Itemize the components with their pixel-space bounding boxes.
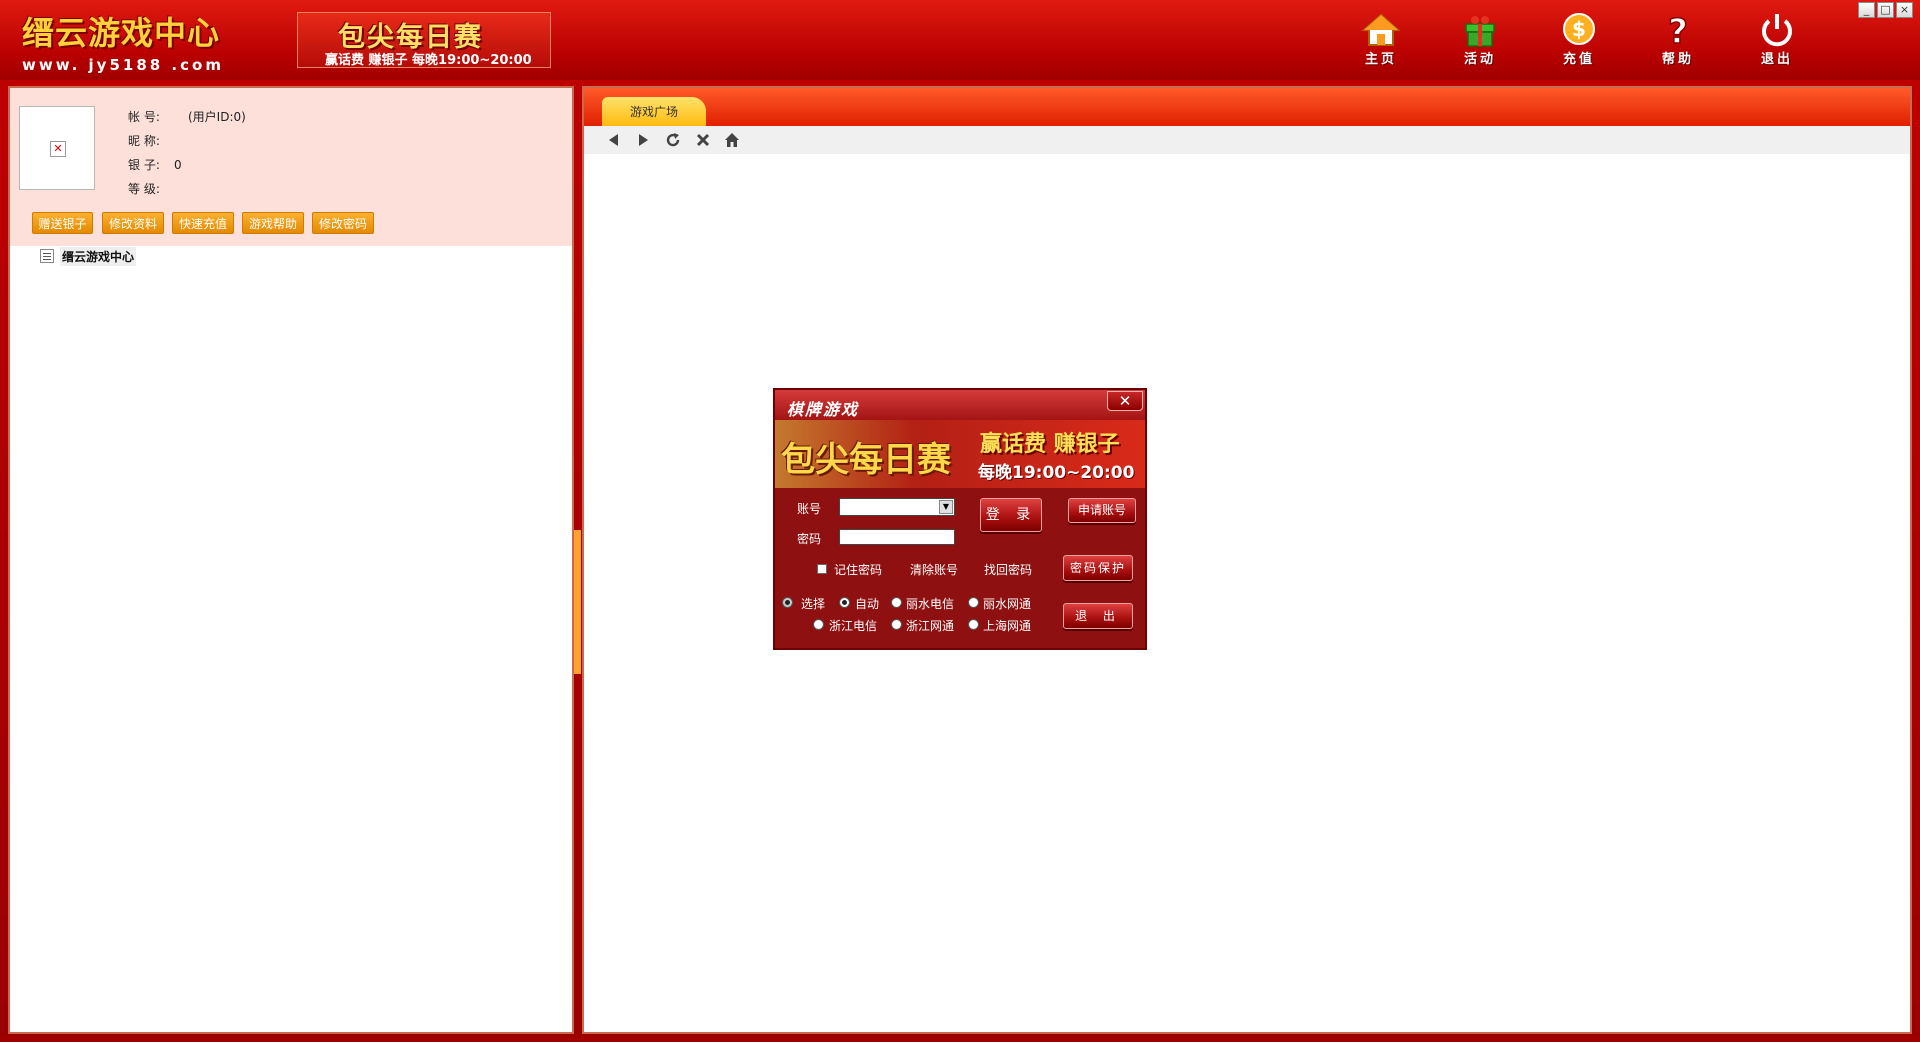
game-tree-root-label: 缙云游戏中心 [60, 247, 137, 266]
power-icon [1762, 14, 1792, 47]
left-panel: ✕ 帐 号: (用户ID:0) 昵 称: 银 子: 0 等 级: 赠送银子 修改资料… [8, 86, 574, 1034]
app-window: 缙云游戏中心 www. jy5188 .com 包尖每日赛 赢话费 赚银子 每晚… [0, 0, 1920, 1042]
header-banner[interactable]: 包尖每日赛 赢话费 赚银子 每晚19:00~20:00 [297, 12, 551, 68]
remember-password-checkbox[interactable] [817, 564, 827, 574]
logo: 缙云游戏中心 www. jy5188 .com [22, 8, 262, 74]
nav-activity-button[interactable]: 活动 [1445, 12, 1515, 68]
exit-button[interactable]: 退 出 [1063, 603, 1133, 629]
avatar[interactable]: ✕ [19, 106, 95, 190]
change-password-button[interactable]: 修改密码 [312, 212, 374, 234]
server-label-auto: 自动 [855, 597, 880, 611]
server-radio-zhejiang-unicom[interactable] [891, 619, 902, 630]
level-line: 等 级: [128, 180, 188, 197]
quick-recharge-button[interactable]: 快速充值 [172, 212, 234, 234]
nav-activity-label: 活动 [1463, 52, 1496, 67]
dialog-banner: 包尖每日赛 赢话费 赚银子 每晚19:00~20:00 [775, 420, 1145, 488]
login-button[interactable]: 登 录 [980, 498, 1042, 532]
account-field-label: 账号 [797, 502, 822, 516]
silver-line: 银 子: 0 [128, 156, 182, 173]
forward-icon[interactable] [635, 132, 651, 148]
gift-icon [1465, 16, 1495, 47]
register-button[interactable]: 申请账号 [1068, 498, 1136, 523]
tab-bar: 游戏广场 [584, 88, 1910, 126]
server-radio-shanghai-unicom[interactable] [968, 619, 979, 630]
silver-label: 银 子: [128, 158, 160, 172]
broken-image-icon: ✕ [50, 141, 66, 157]
edit-profile-button[interactable]: 修改资料 [102, 212, 164, 234]
server-label-zhejiang-unicom: 浙江网通 [906, 619, 955, 633]
server-radio-lishui-unicom[interactable] [968, 597, 979, 608]
bottom-strip [0, 1036, 1920, 1042]
chevron-down-icon[interactable]: ▼ [939, 500, 953, 514]
stop-icon[interactable] [695, 132, 711, 148]
server-label-zhejiang-telecom: 浙江电信 [829, 619, 878, 633]
recover-password-link[interactable]: 找回密码 [984, 561, 1032, 578]
nav-help-label: 帮助 [1661, 52, 1694, 67]
dialog-banner-line1: 赢话费 赚银子 [980, 432, 1120, 457]
nav-help-button[interactable]: ? 帮助 [1643, 12, 1713, 68]
level-label: 等 级: [128, 182, 160, 196]
server-label-lishui-telecom: 丽水电信 [906, 597, 955, 611]
svg-text:$: $ [1572, 17, 1586, 41]
nav-recharge-button[interactable]: $ 充值 [1544, 12, 1614, 68]
password-protect-button[interactable]: 密码保护 [1063, 555, 1133, 581]
panel-splitter[interactable] [574, 530, 581, 674]
server-label-shanghai-unicom: 上海网通 [983, 619, 1032, 633]
dialog-banner-line2: 每晚19:00~20:00 [978, 463, 1135, 483]
select-server-radio[interactable] [782, 597, 793, 608]
account-line: 帐 号: (用户ID:0) [128, 108, 246, 125]
nav-exit-label: 退出 [1760, 52, 1793, 67]
user-info-panel: ✕ 帐 号: (用户ID:0) 昵 称: 银 子: 0 等 级: 赠送银子 修改资料… [10, 88, 572, 246]
remember-password-label: 记住密码 [834, 563, 883, 577]
password-field-label: 密码 [797, 532, 822, 546]
logo-title: 缙云游戏中心 [22, 14, 221, 52]
nav-exit-button[interactable]: 退出 [1742, 12, 1812, 68]
home-icon[interactable] [724, 132, 740, 148]
window-controls: _ □ × [1858, 2, 1916, 20]
account-value: (用户ID:0) [188, 110, 246, 124]
server-label-lishui-unicom: 丽水网通 [983, 597, 1032, 611]
select-server-label: 选择 [801, 597, 826, 611]
gift-silver-button[interactable]: 赠送银子 [32, 212, 93, 234]
browser-toolbar [584, 126, 1910, 154]
dialog-banner-title: 包尖每日赛 [781, 440, 951, 480]
nav-home-label: 主页 [1364, 52, 1397, 67]
nickname-label: 昵 称: [128, 134, 160, 148]
help-icon: ? [1667, 12, 1688, 48]
coin-icon: $ [1563, 13, 1595, 45]
header-banner-subtitle: 赢话费 赚银子 每晚19:00~20:00 [325, 53, 532, 68]
server-radio-lishui-telecom[interactable] [891, 597, 902, 608]
clear-account-link[interactable]: 清除账号 [910, 561, 958, 578]
game-help-button[interactable]: 游戏帮助 [242, 212, 304, 234]
header: 缙云游戏中心 www. jy5188 .com 包尖每日赛 赢话费 赚银子 每晚… [0, 0, 1920, 80]
account-label: 帐 号: [128, 110, 160, 124]
dialog-title: 棋牌游戏 [787, 400, 860, 419]
close-window-button[interactable]: × [1896, 2, 1913, 18]
dialog-close-button[interactable]: ✕ [1107, 391, 1143, 411]
login-dialog: 棋牌游戏 ✕ 包尖每日赛 赢话费 赚银子 每晚19:00~20:00 账号 ▼ … [773, 388, 1147, 650]
minimize-button[interactable]: _ [1858, 2, 1875, 18]
tree-node-icon [40, 249, 54, 263]
refresh-icon[interactable] [665, 132, 681, 148]
account-combobox[interactable]: ▼ [839, 498, 955, 516]
home-icon [1361, 13, 1401, 46]
logo-url: www. jy5188 .com [22, 56, 224, 74]
nickname-line: 昵 称: [128, 132, 188, 149]
server-radio-zhejiang-telecom[interactable] [813, 619, 824, 630]
user-action-buttons: 赠送银子 修改资料 快速充值 游戏帮助 修改密码 [23, 212, 563, 238]
password-input[interactable] [839, 529, 955, 545]
maximize-button[interactable]: □ [1877, 2, 1894, 18]
top-nav: 主页 活动 $ 充值 ? 帮助 退出 [1346, 12, 1826, 68]
nav-home-button[interactable]: 主页 [1346, 12, 1416, 68]
svg-text:?: ? [1668, 12, 1688, 48]
nav-recharge-label: 充值 [1562, 52, 1595, 67]
server-radio-auto[interactable] [839, 597, 850, 608]
dialog-titlebar[interactable]: 棋牌游戏 ✕ [775, 390, 1145, 420]
silver-value: 0 [174, 158, 182, 172]
back-icon[interactable] [606, 132, 622, 148]
tab-game-plaza[interactable]: 游戏广场 [602, 97, 706, 126]
